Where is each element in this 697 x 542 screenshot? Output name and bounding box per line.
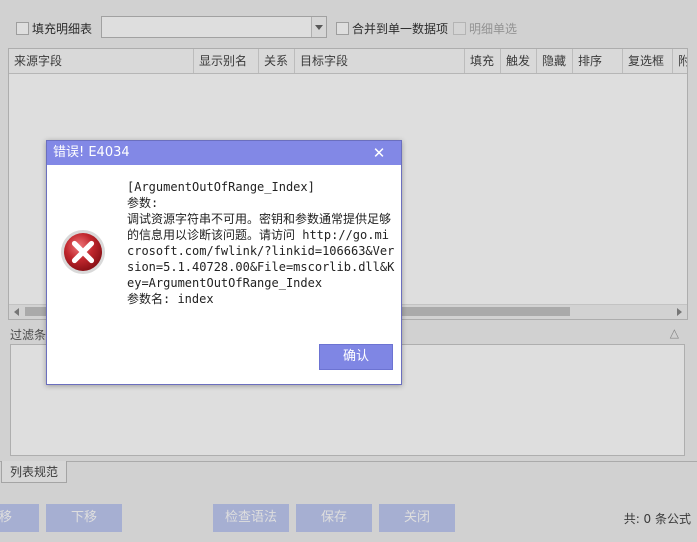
- confirm-button[interactable]: 确认: [319, 344, 393, 370]
- close-icon[interactable]: ✕: [371, 144, 387, 162]
- error-icon: [61, 230, 105, 274]
- dialog-title: 错误! E4034: [47, 141, 401, 165]
- error-dialog: 错误! E4034 ✕ [ArgumentOutOfRange_Index] 参…: [46, 140, 402, 385]
- error-message: [ArgumentOutOfRange_Index] 参数: 调试资源字符串不可…: [127, 180, 395, 306]
